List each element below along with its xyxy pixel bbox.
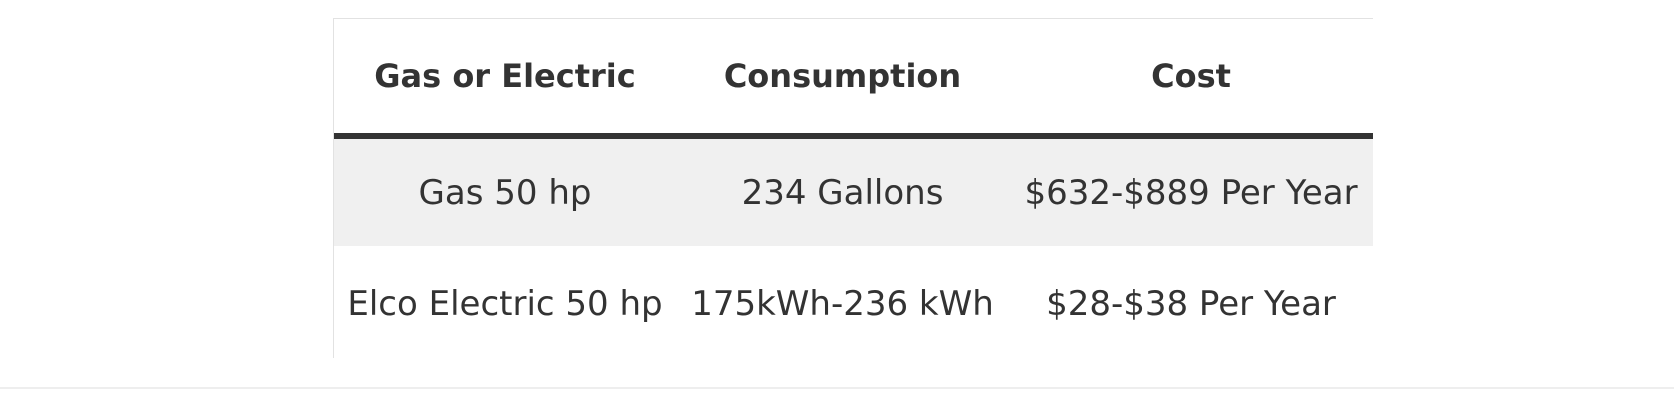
table-row: Gas 50 hp 234 Gallons $632-$889 Per Year [334,136,1373,246]
comparison-table-container: Gas or Electric Consumption Cost Gas 50 … [333,18,1373,362]
table-row: Elco Electric 50 hp 175kWh-236 kWh $28-$… [334,246,1373,362]
header-gas-or-electric: Gas or Electric [334,19,676,139]
cell-type: Gas 50 hp [334,136,676,246]
header-cost: Cost [1009,19,1373,139]
page: Gas or Electric Consumption Cost Gas 50 … [0,0,1674,410]
table-header: Gas or Electric Consumption Cost [334,19,1373,139]
comparison-table: Gas or Electric Consumption Cost Gas 50 … [334,19,1373,362]
cell-type: Elco Electric 50 hp [334,246,676,362]
cell-consumption: 175kWh-236 kWh [676,246,1009,362]
cell-consumption: 234 Gallons [676,136,1009,246]
header-row: Gas or Electric Consumption Cost [334,19,1373,139]
section-divider [0,387,1674,389]
cell-cost: $632-$889 Per Year [1009,136,1373,246]
table-body: Gas 50 hp 234 Gallons $632-$889 Per Year… [334,136,1373,362]
header-consumption: Consumption [676,19,1009,139]
cell-cost: $28-$38 Per Year [1009,246,1373,362]
